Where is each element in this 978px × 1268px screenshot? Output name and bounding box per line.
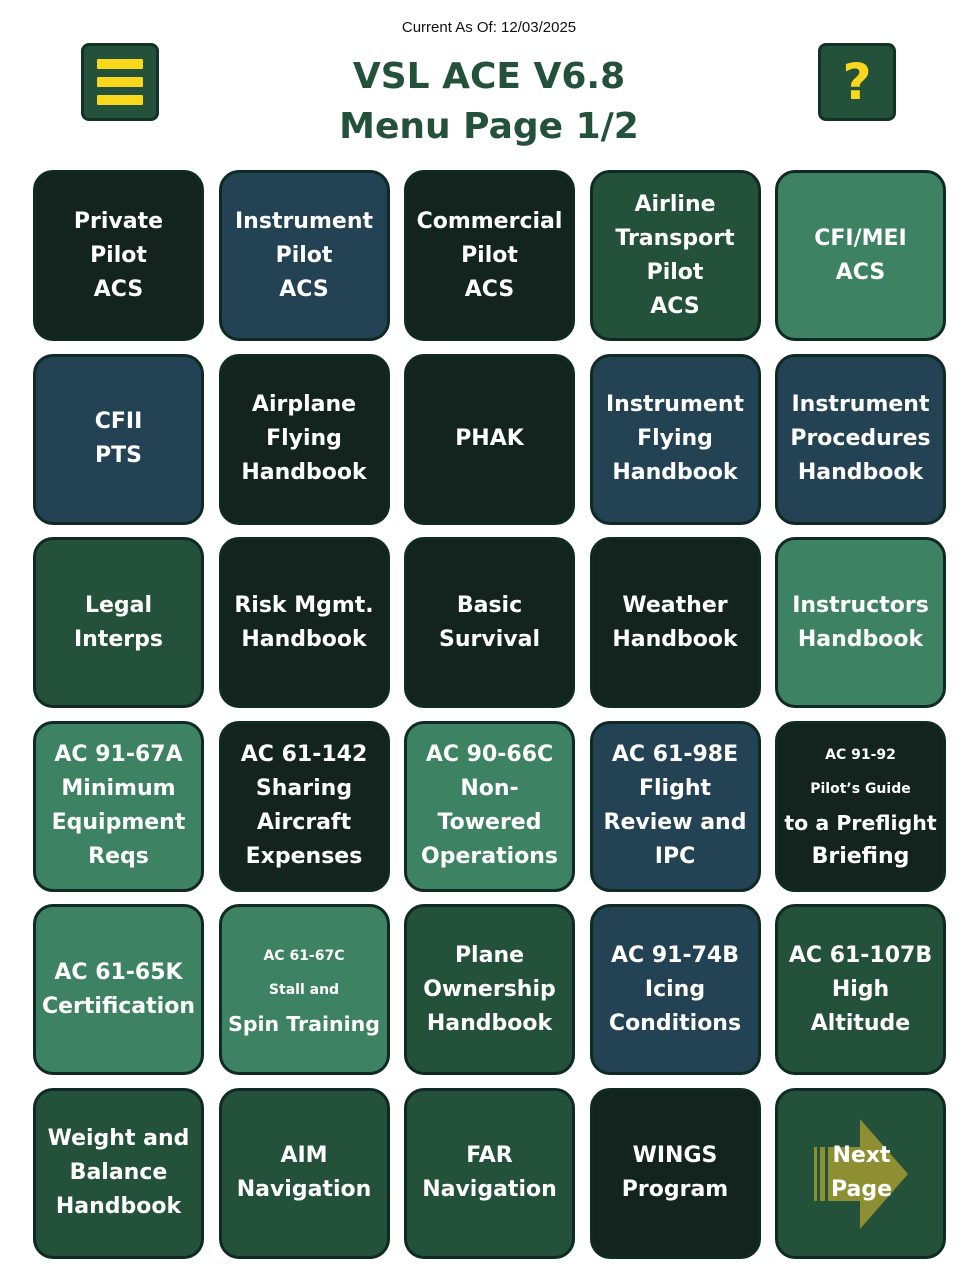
tile-cfi-mei-acs[interactable]: CFI/MEI ACS	[775, 170, 946, 341]
question-mark-icon: ?	[842, 53, 872, 111]
tile-ac-91-67a[interactable]: AC 91-67A Minimum Equipment Reqs	[33, 720, 204, 892]
menu-page-title: Menu Page 1/2	[339, 106, 639, 147]
tile-ac-91-92[interactable]: AC 91-92 Pilot’s Guide to a Preflight Br…	[775, 720, 946, 892]
tile-weather-handbook[interactable]: Weather Handbook	[589, 537, 761, 708]
tile-instructors-handbook[interactable]: Instructors Handbook	[775, 537, 946, 708]
tile-wings-program[interactable]: WINGS Program	[589, 1087, 761, 1259]
tile-instrument-flying-handbook[interactable]: Instrument Flying Handbook	[589, 353, 761, 525]
tile-ac-61-65k[interactable]: AC 61-65K Certification	[33, 904, 204, 1075]
menu-button[interactable]	[81, 43, 159, 121]
tile-ac-61-98e[interactable]: AC 61-98E Flight Review and IPC	[589, 720, 761, 892]
next-page-button[interactable]: Next Page	[775, 1087, 946, 1259]
tile-weight-and-balance-handbook[interactable]: Weight and Balance Handbook	[33, 1087, 204, 1259]
tile-aim-navigation[interactable]: AIM Navigation	[218, 1087, 390, 1259]
tile-legal-interps[interactable]: Legal Interps	[33, 537, 204, 708]
next-page-label-line2: Page	[830, 1177, 893, 1202]
tile-airline-transport-pilot-acs[interactable]: Airline Transport Pilot ACS	[589, 170, 761, 341]
tile-cfii-pts[interactable]: CFII PTS	[33, 353, 204, 525]
tile-ac-61-142[interactable]: AC 61-142 Sharing Aircraft Expenses	[218, 720, 390, 892]
tile-far-navigation[interactable]: FAR Navigation	[404, 1087, 575, 1259]
help-button[interactable]: ?	[818, 43, 896, 121]
tile-instrument-procedures-handbook[interactable]: Instrument Procedures Handbook	[775, 353, 946, 525]
tile-instrument-pilot-acs[interactable]: Instrument Pilot ACS	[218, 170, 390, 341]
tile-ac-91-74b[interactable]: AC 91-74B Icing Conditions	[589, 904, 761, 1075]
tile-ac-61-107b[interactable]: AC 61-107B High Altitude	[775, 904, 946, 1075]
tile-ac-90-66c[interactable]: AC 90-66C Non- Towered Operations	[404, 720, 575, 892]
tile-commercial-pilot-acs[interactable]: Commercial Pilot ACS	[404, 170, 575, 341]
menu-grid: Private Pilot ACS Instrument Pilot ACS C…	[33, 170, 946, 1259]
tile-private-pilot-acs[interactable]: Private Pilot ACS	[33, 170, 204, 341]
tile-plane-ownership-handbook[interactable]: Plane Ownership Handbook	[404, 904, 575, 1075]
current-as-of-date: Current As Of: 12/03/2025	[401, 19, 577, 36]
tile-basic-survival[interactable]: Basic Survival	[404, 537, 575, 708]
tile-ac-61-67c[interactable]: AC 61-67C Stall and Spin Training	[218, 904, 390, 1075]
tile-risk-mgmt-handbook[interactable]: Risk Mgmt. Handbook	[218, 537, 390, 708]
page-title: VSL ACE V6.8 Menu Page 1/2	[190, 52, 788, 152]
tile-airplane-flying-handbook[interactable]: Airplane Flying Handbook	[218, 353, 390, 525]
app-title: VSL ACE V6.8	[352, 56, 626, 97]
hamburger-menu-icon	[97, 59, 143, 105]
tile-phak[interactable]: PHAK	[404, 353, 575, 525]
next-page-label-line1: Next	[832, 1143, 891, 1168]
